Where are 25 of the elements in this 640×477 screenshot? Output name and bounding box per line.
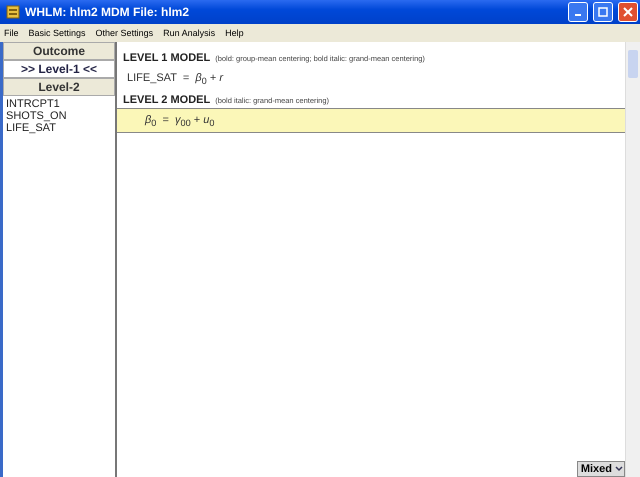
menu-item[interactable]: Run Analysis: [163, 28, 216, 38]
mode-dropdown[interactable]: Mixed: [576, 461, 625, 477]
window-title: WHLM: hlm2 MDM File: hlm2: [25, 5, 189, 19]
close-icon: [623, 7, 633, 17]
scrollbar[interactable]: [625, 42, 640, 477]
equation: LIFE_SAT = β$_{0}$ + r: [127, 72, 223, 84]
level-button[interactable]: Outcome: [3, 42, 115, 60]
menu-item[interactable]: Basic Settings: [28, 28, 86, 38]
minimize-icon: [575, 14, 581, 16]
variable-item[interactable]: INTRCPT1: [6, 98, 112, 110]
menu-item[interactable]: Other Settings: [96, 28, 154, 38]
section-heading: LEVEL 1 MODEL: [123, 52, 210, 64]
app-icon: [6, 5, 20, 19]
variable-item[interactable]: SHOTS_ON: [6, 110, 112, 122]
menu-item[interactable]: File: [4, 28, 19, 38]
maximize-icon: [598, 7, 608, 17]
level-button[interactable]: Level-2: [3, 78, 115, 96]
close-button[interactable]: [618, 2, 638, 22]
minimize-button[interactable]: [568, 2, 588, 22]
menu-item[interactable]: Help: [225, 28, 244, 38]
variable-item[interactable]: LIFE_SAT: [6, 122, 112, 134]
maximize-button[interactable]: [593, 2, 613, 22]
level-button[interactable]: >> Level-1 <<: [3, 60, 115, 78]
equation: β$_{0}$ = γ$_{00}$ + u$_{0}$: [145, 114, 214, 126]
section-heading: LEVEL 2 MODEL: [123, 94, 210, 106]
